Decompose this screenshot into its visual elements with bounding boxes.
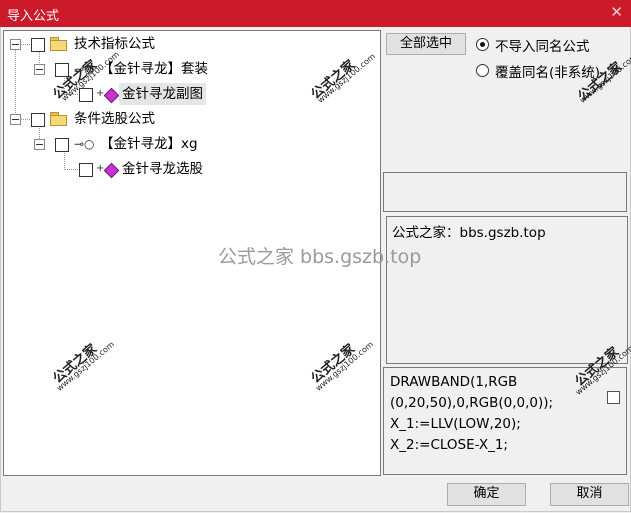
node-checkbox[interactable] <box>31 113 45 127</box>
code-line: X_2:=CLOSE-X_1; <box>390 437 508 453</box>
code-checkbox[interactable] <box>607 391 620 404</box>
description-text: 公式之家：bbs.gszb.top <box>392 225 546 241</box>
collapse-icon[interactable] <box>34 64 45 75</box>
select-all-button[interactable]: 全部选中 <box>386 33 466 55</box>
tree-node-label: 金针寻龙选股 <box>122 161 203 177</box>
radio-overwrite[interactable] <box>476 64 489 77</box>
folder-icon <box>50 112 67 126</box>
window-title: 导入公式 <box>7 9 60 24</box>
code-line: X_1:=LLV(LOW,20); <box>390 416 521 432</box>
formula-gem-icon <box>103 87 120 104</box>
node-checkbox[interactable] <box>55 138 69 152</box>
tree-node-xg[interactable]: ⊸○ 【金针寻龙】xg <box>4 133 374 155</box>
cancel-button[interactable]: 取消 <box>550 483 629 506</box>
formula-gem-icon <box>103 162 120 179</box>
formula-description: 公式之家：bbs.gszb.top <box>386 216 628 364</box>
node-checkbox[interactable] <box>31 38 45 52</box>
plus-icon: + <box>96 88 105 99</box>
tree-node-label: 【金针寻龙】xg <box>100 136 198 152</box>
plus-icon: + <box>96 163 105 174</box>
ok-button[interactable]: 确定 <box>447 483 526 506</box>
title-bar: 导入公式 ✕ <box>0 0 631 27</box>
node-checkbox[interactable] <box>79 88 93 102</box>
tree-node-screen-formula[interactable]: + 金针寻龙选股 <box>4 158 374 180</box>
center-watermark: 公式之家 bbs.gszb.top <box>218 246 422 268</box>
tree-node-label: 条件选股公式 <box>74 111 155 127</box>
collapse-icon[interactable] <box>34 139 45 150</box>
radio-skip-duplicates[interactable] <box>476 38 489 51</box>
code-line: (0,20,50),0,RGB(0,0,0)); <box>390 395 554 411</box>
radio-overwrite-label: 覆盖同名(非系统) <box>495 65 601 81</box>
tree-node-label: 【金针寻龙】套装 <box>100 61 208 77</box>
close-icon[interactable]: ✕ <box>610 3 623 21</box>
collapse-icon[interactable] <box>10 39 21 50</box>
preview-box <box>383 172 627 212</box>
tree-node-label: 金针寻龙副图 <box>119 83 206 105</box>
folder-icon <box>50 37 67 51</box>
node-checkbox[interactable] <box>79 163 93 177</box>
radio-skip-duplicates-label: 不导入同名公式 <box>495 39 590 55</box>
key-icon: ⊸○ <box>74 137 95 151</box>
collapse-icon[interactable] <box>10 114 21 125</box>
code-line: DRAWBAND(1,RGB <box>390 374 518 390</box>
tree-node-technical[interactable]: 技术指标公式 <box>4 33 374 55</box>
tree-node-screener[interactable]: 条件选股公式 <box>4 108 374 130</box>
